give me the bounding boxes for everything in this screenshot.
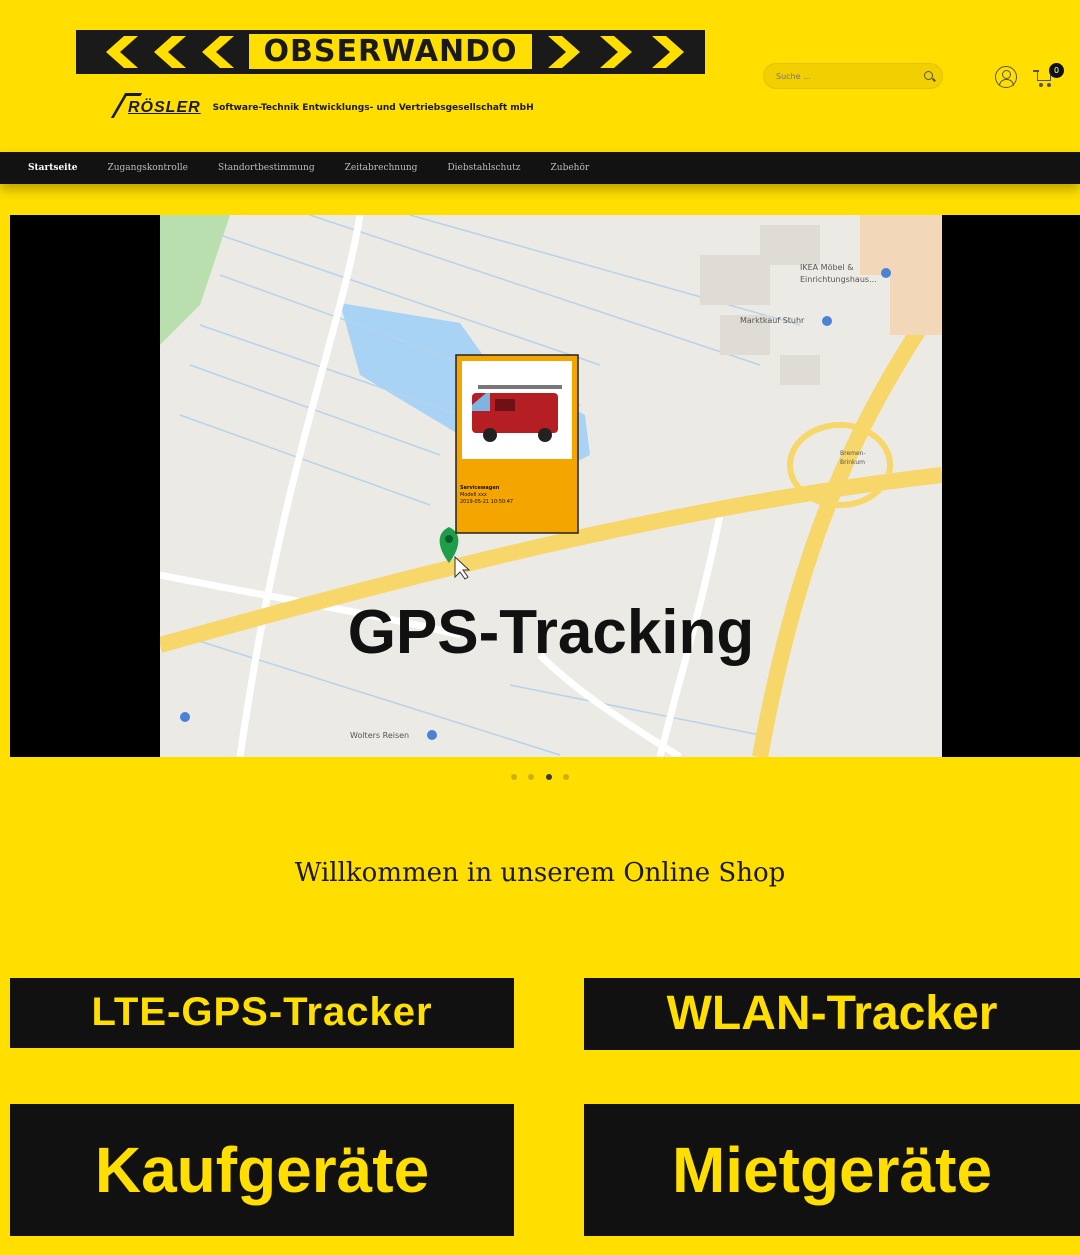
cart-count-badge: 0 <box>1049 63 1064 78</box>
map-label-ikea2: Einrichtungshaus... <box>800 275 877 284</box>
map-label-ikea: IKEA Möbel & <box>800 263 854 272</box>
company-subtitle: Software-Technik Entwicklungs- und Vertr… <box>212 103 534 113</box>
tile-lte-gps-tracker[interactable]: LTE-GPS-Tracker <box>10 978 514 1048</box>
slide-map-image: IKEA Möbel & Einrichtungshaus... Marktka… <box>160 215 942 757</box>
nav-item-startseite[interactable]: Startseite <box>28 163 77 173</box>
map-label-bremen2: Brinkum <box>840 459 865 466</box>
site-header: OBSERWANDO RÖSLER Software-Technik Entwi… <box>0 0 1080 152</box>
slider-dots <box>0 765 1080 784</box>
slider-dot-1[interactable] <box>511 774 518 780</box>
welcome-heading: Willkommen in unserem Online Shop <box>294 858 786 888</box>
nav-item-zubehoer[interactable]: Zubehör <box>551 163 590 173</box>
map-label-marktkauf: Marktkauf Stuhr <box>740 316 805 325</box>
tile-mietgeraete[interactable]: Mietgeräte <box>584 1104 1080 1236</box>
search-icon[interactable] <box>924 71 933 80</box>
slider-dot-4[interactable] <box>562 774 569 780</box>
map-graphic <box>160 215 942 757</box>
popup-title: Servicewagen <box>460 485 500 491</box>
slider-dot-3[interactable] <box>545 774 552 780</box>
company-name: RÖSLER <box>118 99 201 117</box>
hero-slider[interactable]: IKEA Möbel & Einrichtungshaus... Marktka… <box>10 215 1080 757</box>
tile-wlan-tracker[interactable]: WLAN-Tracker <box>584 978 1080 1050</box>
popup-model: Modell xxx <box>460 492 487 498</box>
map-label-bremen: Bremen- <box>840 450 866 457</box>
company-logo: RÖSLER Software-Technik Entwicklungs- un… <box>118 88 534 128</box>
tile-kaufgeraete[interactable]: Kaufgeräte <box>10 1104 514 1236</box>
obserwando-logo[interactable]: OBSERWANDO <box>76 30 705 74</box>
main-navigation: Startseite Zugangskontrolle Standortbest… <box>0 152 1080 184</box>
slide-headline: GPS-Tracking <box>347 598 755 667</box>
logo-wordmark: OBSERWANDO <box>76 30 705 74</box>
search-box[interactable] <box>763 63 943 89</box>
nav-item-diebstahlschutz[interactable]: Diebstahlschutz <box>447 163 520 173</box>
slider-dot-2[interactable] <box>528 774 535 780</box>
nav-item-standortbestimmung[interactable]: Standortbestimmung <box>218 163 315 173</box>
nav-item-zugangskontrolle[interactable]: Zugangskontrolle <box>107 163 187 173</box>
popup-timestamp: 2019-05-21 10:50:47 <box>460 499 514 505</box>
map-label-wolters: Wolters Reisen <box>350 731 410 740</box>
user-account-icon[interactable] <box>995 66 1017 88</box>
search-input[interactable] <box>774 68 914 84</box>
nav-item-zeitabrechnung[interactable]: Zeitabrechnung <box>345 163 418 173</box>
